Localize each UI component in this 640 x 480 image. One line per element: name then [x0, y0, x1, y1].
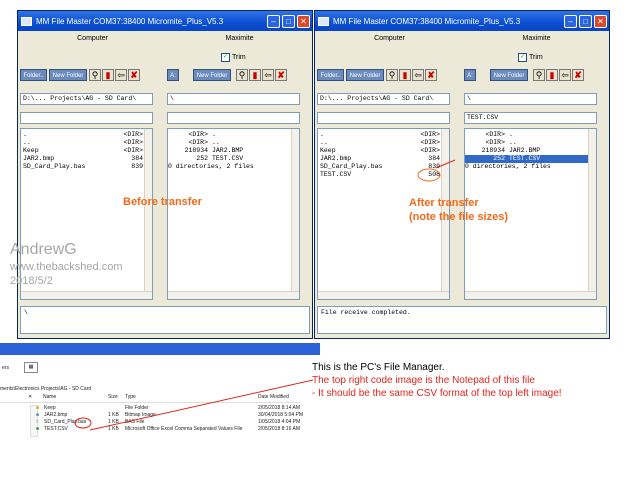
note-line-2: The top right code image is the Notepad … [312, 375, 535, 386]
annotation-arrows [89, 159, 456, 431]
note-line-3: - It should be the same CSV format of th… [312, 388, 562, 399]
note-line-1: This is the PC's File Manager. [312, 362, 445, 373]
